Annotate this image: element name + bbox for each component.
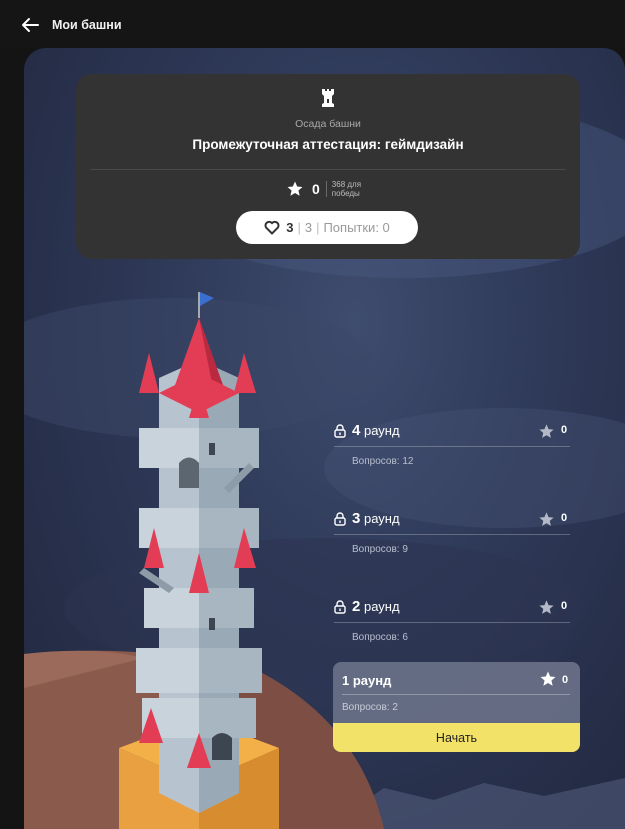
round-name: 4 раунд bbox=[352, 422, 400, 439]
round-questions: Вопросов: 6 bbox=[352, 632, 408, 643]
round-1-card: 1 раунд 0 Вопросов: 2 Начать bbox=[333, 662, 580, 752]
score-row: 0 368 для победы bbox=[286, 176, 361, 202]
star-icon bbox=[287, 181, 303, 196]
round-divider bbox=[334, 446, 570, 447]
round-score: 0 bbox=[561, 600, 568, 612]
score-goal: 368 для победы bbox=[331, 180, 362, 198]
lock-icon bbox=[334, 600, 346, 614]
score-separator bbox=[325, 181, 327, 197]
round-divider bbox=[334, 534, 570, 535]
round-score: 0 bbox=[561, 424, 568, 436]
tower-info-card: Осада башни Промежуточная аттестация: ге… bbox=[76, 74, 580, 259]
attempts-separator: | bbox=[316, 220, 320, 235]
lock-icon bbox=[334, 512, 346, 526]
star-icon bbox=[539, 424, 554, 438]
round-divider bbox=[334, 622, 570, 623]
round-2[interactable]: 2 раунд 0 Вопросов: 6 bbox=[334, 598, 570, 658]
round-score: 0 bbox=[561, 512, 568, 524]
star-icon bbox=[540, 671, 556, 686]
card-divider bbox=[90, 169, 566, 170]
lock-icon bbox=[334, 424, 346, 438]
back-label: Мои башни bbox=[52, 18, 122, 32]
round-questions: Вопросов: 12 bbox=[352, 456, 414, 467]
lives-max: 3 bbox=[304, 220, 313, 235]
round-name: 3 раунд bbox=[352, 510, 400, 527]
heart-icon bbox=[264, 220, 280, 235]
attempts-pill[interactable]: 3 | 3 | Попытки: 0 bbox=[236, 211, 418, 244]
lives-count: 3 bbox=[286, 220, 294, 235]
round-name: 2 раунд bbox=[352, 598, 400, 615]
star-icon bbox=[539, 600, 554, 614]
lives-separator: | bbox=[297, 220, 301, 235]
card-subtitle: Осада башни bbox=[295, 118, 361, 130]
round-3[interactable]: 3 раунд 0 Вопросов: 9 bbox=[334, 510, 570, 570]
round-questions: Вопросов: 2 bbox=[342, 702, 398, 713]
score-value: 0 bbox=[312, 181, 320, 197]
round-divider bbox=[342, 694, 570, 695]
top-bar: Мои башни bbox=[0, 0, 625, 48]
arrow-left-icon bbox=[22, 18, 39, 32]
start-button[interactable]: Начать bbox=[333, 723, 580, 752]
card-title: Промежуточная аттестация: геймдизайн bbox=[192, 137, 464, 152]
back-button[interactable]: Мои башни bbox=[20, 14, 122, 36]
round-name: 1 раунд bbox=[342, 673, 392, 688]
round-4[interactable]: 4 раунд 0 Вопросов: 12 bbox=[334, 422, 570, 482]
round-questions: Вопросов: 9 bbox=[352, 544, 408, 555]
rook-icon bbox=[322, 89, 334, 107]
attempts-label: Попытки: 0 bbox=[323, 220, 390, 235]
round-score: 0 bbox=[562, 674, 569, 686]
star-icon bbox=[539, 512, 554, 526]
